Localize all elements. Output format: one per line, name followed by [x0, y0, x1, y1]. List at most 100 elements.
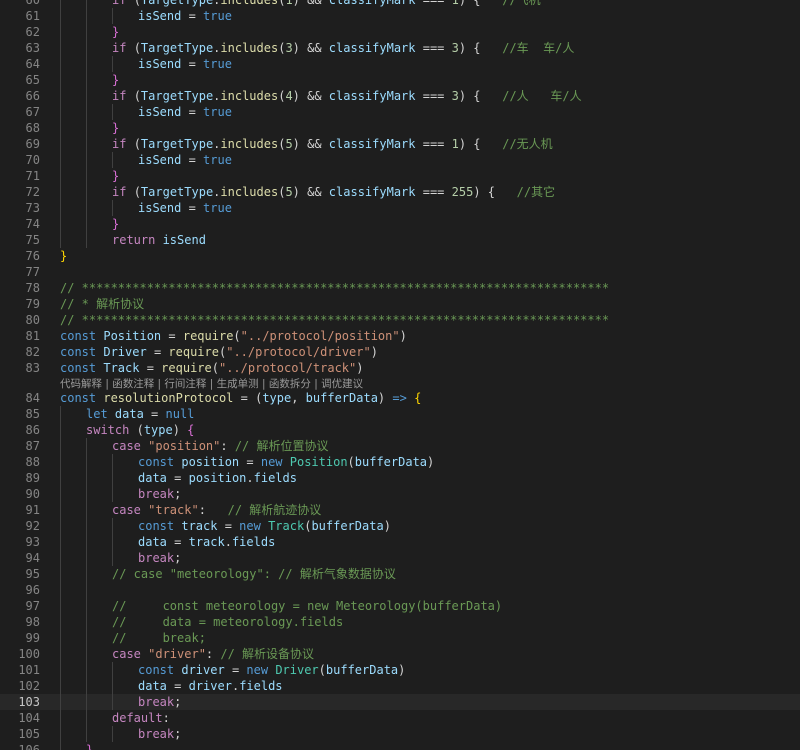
line-number: 84: [25, 391, 40, 405]
code-token: "position": [148, 439, 221, 453]
code-line[interactable]: 85 let data = null: [0, 406, 800, 422]
code-line[interactable]: 61 isSend = true: [0, 8, 800, 24]
code-token: position: [181, 455, 240, 469]
code-line[interactable]: 90 break;: [0, 486, 800, 502]
code-line[interactable]: 88 const position = new Position(bufferDa…: [0, 454, 800, 470]
codelens-actions[interactable]: 代码解释 | 函数注释 | 行间注释 | 生成单测 | 函数拆分 | 调优建议: [60, 377, 363, 391]
line-number: 66: [25, 89, 40, 103]
code-line[interactable]: 79 // * 解析协议: [0, 296, 800, 312]
code-line[interactable]: 74}: [0, 216, 800, 232]
code-line[interactable]: 73 isSend = true: [0, 200, 800, 216]
indent-guide: [112, 662, 113, 710]
code-line[interactable]: 65}: [0, 72, 800, 88]
code-line[interactable]: 89 data = position.fields: [0, 470, 800, 486]
code-token: true: [203, 105, 232, 119]
code-line[interactable]: 102 data = driver.fields: [0, 678, 800, 694]
code-token: data: [114, 407, 144, 421]
code-token: =>: [392, 391, 407, 405]
code-token: true: [203, 57, 232, 71]
code-line[interactable]: 98 // data = meteorology.fields: [0, 614, 800, 630]
line-number: 80: [25, 313, 40, 327]
code-line[interactable]: 87 case "position": // 解析位置协议: [0, 438, 800, 454]
code-token: }: [112, 73, 120, 87]
code-token: ;: [174, 695, 182, 709]
line-number: 61: [25, 9, 40, 23]
code-line[interactable]: 86 switch (type) {: [0, 422, 800, 438]
code-line[interactable]: 72 if (TargetType.includes(5) && classify…: [0, 184, 800, 200]
code-line[interactable]: 80 // ***********************************…: [0, 312, 800, 328]
code-line[interactable]: 69 if (TargetType.includes(5) && classify…: [0, 136, 800, 152]
code-line[interactable]: 70 isSend = true: [0, 152, 800, 168]
code-token: driver: [181, 663, 225, 677]
line-number: 72: [25, 185, 40, 199]
code-token: ) {: [458, 89, 503, 103]
code-token: case: [112, 647, 149, 661]
code-text: return isSend: [112, 232, 206, 248]
code-line[interactable]: 101 const driver = new Driver(bufferData): [0, 662, 800, 678]
code-text: default:: [112, 710, 170, 726]
code-token: bufferData: [305, 391, 378, 405]
code-line[interactable]: 67 isSend = true: [0, 104, 800, 120]
code-line[interactable]: 103 break;: [0, 694, 800, 710]
code-line[interactable]: 93 data = track.fields: [0, 534, 800, 550]
code-token: type: [262, 391, 292, 405]
code-token: ): [377, 391, 393, 405]
code-token: =: [161, 329, 183, 343]
code-line[interactable]: 84 const resolutionProtocol = (type, buff…: [0, 390, 800, 406]
code-token: require: [168, 345, 219, 359]
code-line[interactable]: 75 return isSend: [0, 232, 800, 248]
code-line[interactable]: 60 if (TargetType.includes(1) && classify…: [0, 0, 800, 8]
code-text: case "driver": // 解析设备协议: [112, 646, 314, 662]
code-line[interactable]: 91 case "track": // 解析航迹协议: [0, 502, 800, 518]
code-line[interactable]: 82 const Driver = require("../protocol/dr…: [0, 344, 800, 360]
code-line[interactable]: 97 // const meteorology = new Meteorology…: [0, 598, 800, 614]
code-token: ) {: [458, 137, 503, 151]
code-line[interactable]: 77: [0, 264, 800, 280]
code-line[interactable]: 63 if (TargetType.includes(3) && classify…: [0, 40, 800, 56]
line-number: 70: [25, 153, 40, 167]
code-text: break;: [138, 726, 181, 742]
code-line[interactable]: 106}: [0, 742, 800, 750]
line-number: 67: [25, 105, 40, 119]
code-token: 5: [285, 185, 293, 199]
code-text: switch (type) {: [86, 422, 194, 438]
line-number: 60: [25, 0, 40, 7]
code-editor[interactable]: 60 if (TargetType.includes(1) && classify…: [0, 0, 800, 750]
code-line[interactable]: 104 default:: [0, 710, 800, 726]
code-line[interactable]: 83 const Track = require("../protocol/tra…: [0, 360, 800, 376]
code-token: =: [166, 679, 189, 693]
line-number: 95: [25, 567, 40, 581]
line-number: 106: [18, 743, 40, 750]
code-token: //人 车/人: [502, 89, 582, 103]
code-line[interactable]: 92 const track = new Track(bufferData): [0, 518, 800, 534]
code-token: .: [246, 471, 254, 485]
code-text: if (TargetType.includes(1) && classifyMa…: [112, 0, 541, 8]
code-line[interactable]: 99 // break;: [0, 630, 800, 646]
code-line[interactable]: 95 // case "meteorology": // 解析气象数据协议: [0, 566, 800, 582]
code-token: track: [181, 519, 218, 533]
code-token: const: [138, 455, 182, 469]
code-text: if (TargetType.includes(5) && classifyMa…: [112, 136, 553, 152]
code-token: isSend: [162, 233, 206, 247]
code-line[interactable]: 94 break;: [0, 550, 800, 566]
code-token: classifyMark: [328, 0, 416, 7]
code-line[interactable]: 100 case "driver": // 解析设备协议: [0, 646, 800, 662]
code-line[interactable]: 105 break;: [0, 726, 800, 742]
line-number: 78: [25, 281, 40, 295]
code-line[interactable]: 81 const Position = require("../protocol/…: [0, 328, 800, 344]
code-line[interactable]: 68}: [0, 120, 800, 136]
code-token: case: [112, 439, 149, 453]
code-token: fields: [239, 679, 283, 693]
code-line[interactable]: 71}: [0, 168, 800, 184]
code-text: const resolutionProtocol = (type, buffer…: [60, 390, 421, 406]
code-line[interactable]: 76}: [0, 248, 800, 264]
code-line[interactable]: 96: [0, 582, 800, 598]
code-line[interactable]: 62}: [0, 24, 800, 40]
line-number: 93: [25, 535, 40, 549]
code-line[interactable]: 66 if (TargetType.includes(4) && classify…: [0, 88, 800, 104]
code-token: ,: [291, 391, 306, 405]
line-number: 91: [25, 503, 40, 517]
line-number: 90: [25, 487, 40, 501]
code-line[interactable]: 78 // ***********************************…: [0, 280, 800, 296]
code-line[interactable]: 64 isSend = true: [0, 56, 800, 72]
